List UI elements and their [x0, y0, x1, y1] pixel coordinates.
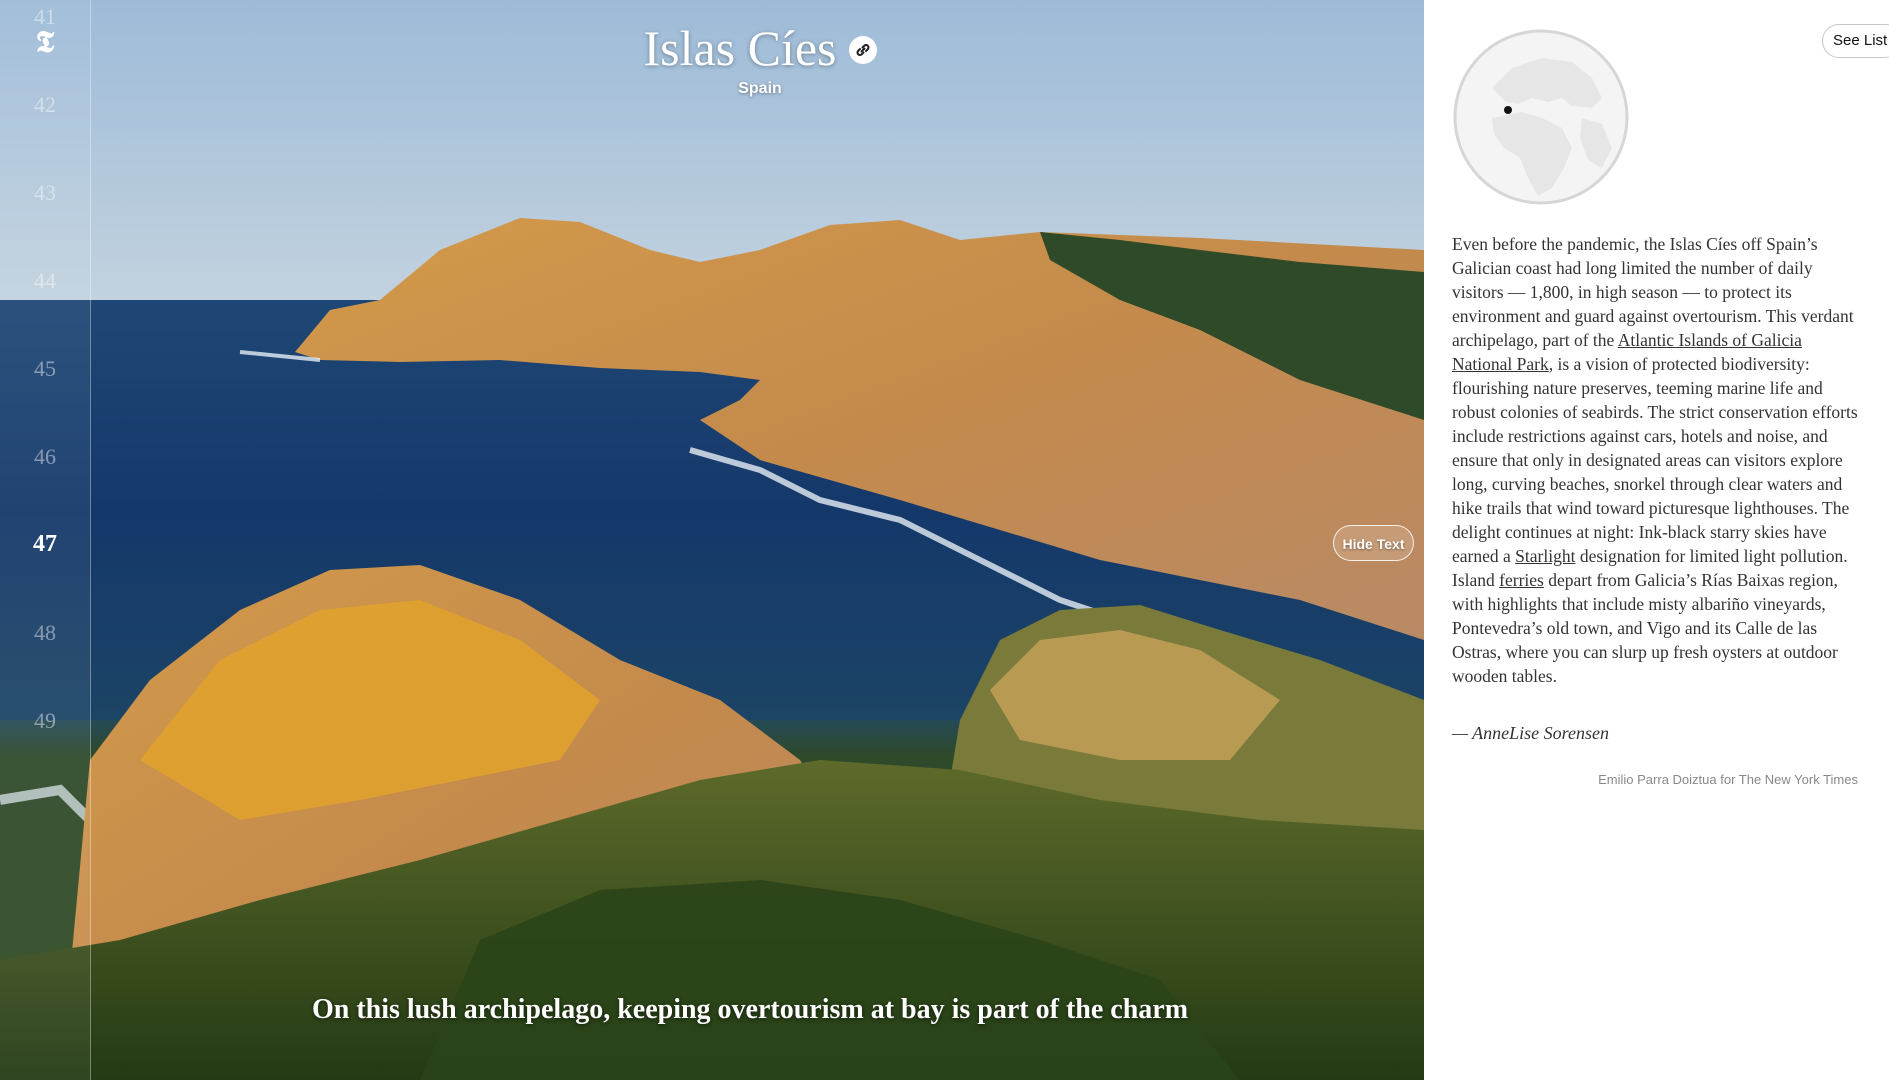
rail-number-45[interactable]: 45 [0, 356, 90, 382]
place-title: Islas Cíes [643, 20, 837, 76]
rail-number-43[interactable]: 43 [0, 180, 90, 206]
photo-credit: Emilio Parra Doiztua for The New York Ti… [1598, 772, 1858, 787]
rail-number-44[interactable]: 44 [0, 268, 90, 294]
rail-number-46[interactable]: 46 [0, 444, 90, 470]
place-header: Islas Cíes Spain [620, 18, 900, 98]
rail-number-42[interactable]: 42 [0, 92, 90, 118]
body-text-2: , is a vision of protected biodiversity:… [1452, 354, 1858, 566]
hero-photo: 𝕿 41 42 43 44 45 46 47 48 49 Islas Cíes … [0, 0, 1424, 1080]
photo-caption: On this lush archipelago, keeping overto… [311, 994, 1189, 1025]
globe-icon [1453, 29, 1629, 205]
link-ferries[interactable]: ferries [1499, 570, 1544, 590]
rail-number-49[interactable]: 49 [0, 708, 90, 734]
story-index-rail: 𝕿 41 42 43 44 45 46 47 48 49 [0, 0, 91, 1080]
location-dot-icon [1504, 106, 1512, 114]
place-country: Spain [738, 80, 782, 97]
hero-landscape-image [0, 0, 1424, 1080]
rail-number-48[interactable]: 48 [0, 620, 90, 646]
link-starlight[interactable]: Starlight [1515, 546, 1575, 566]
nyt-logo-icon[interactable]: 𝕿 [30, 28, 60, 58]
rail-number-41[interactable]: 41 [0, 4, 90, 30]
link-icon [856, 44, 869, 56]
rail-number-47[interactable]: 47 [0, 531, 90, 558]
hide-text-button[interactable]: Hide Text [1333, 525, 1414, 561]
see-list-button[interactable]: See List [1822, 24, 1889, 58]
copy-link-button[interactable] [848, 36, 877, 64]
story-body: Even before the pandemic, the Islas Cíes… [1452, 232, 1860, 688]
author-byline: — AnneLise Sorensen [1452, 723, 1609, 743]
